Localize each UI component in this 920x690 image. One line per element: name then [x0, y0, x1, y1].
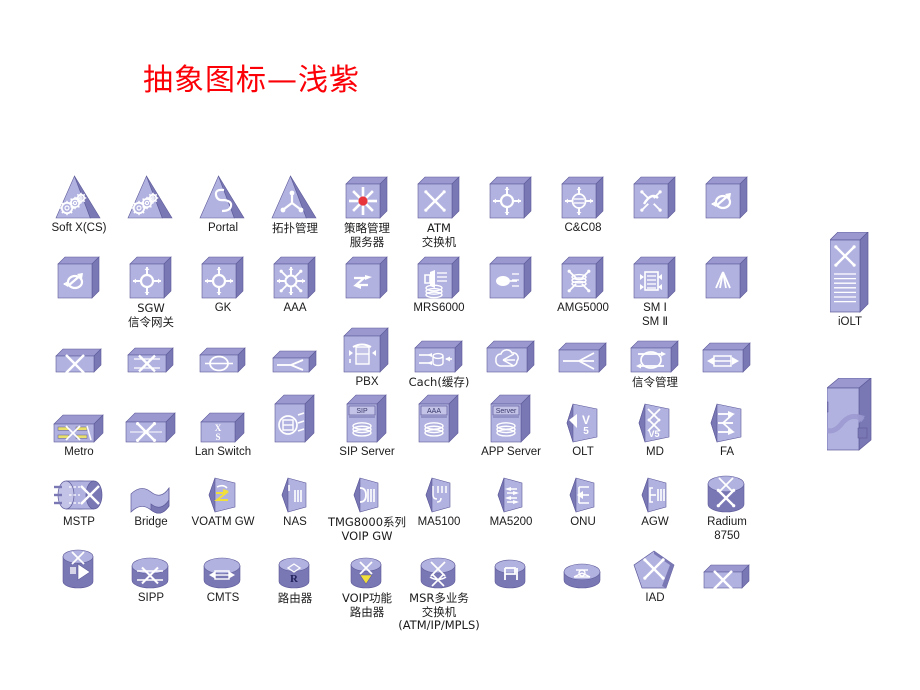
- icon-label-lan-switch: Lan Switch: [194, 446, 252, 458]
- icon-label-metro: Metro: [64, 446, 94, 458]
- icon-cell-cube-fan[interactable]: [684, 248, 770, 302]
- icon-label-iad: IAD: [645, 592, 665, 604]
- icon-label-cache: Cach(缓存): [408, 375, 470, 389]
- svg-text:SIP: SIP: [356, 408, 368, 415]
- slide-canvas: 抽象图标—浅紫 Soft X(CS) Portal 拓扑管理 策略管理 服务器 ATM …: [0, 0, 920, 690]
- icon-label-mrs6000: MRS6000: [413, 302, 465, 314]
- icon-label-signaling-mgmt: 信令管理: [632, 375, 678, 389]
- slab-box-arrows-icon[interactable]: [684, 322, 770, 374]
- side-icon-cell-iolt[interactable]: iOLT: [805, 232, 895, 330]
- icon-label-msr: MSR多业务 交换机 (ATM/IP/MPLS): [398, 591, 480, 632]
- radium8750-icon[interactable]: [684, 462, 770, 514]
- side-icon-cell-cabinet[interactable]: [805, 378, 895, 454]
- icon-label-sip-server: SIP Server: [339, 446, 395, 458]
- page-title: 抽象图标—浅紫: [143, 63, 360, 98]
- svg-text:AAA: AAA: [426, 408, 440, 415]
- cube-fan-icon[interactable]: [684, 248, 770, 300]
- icon-label-cc08: C&C08: [564, 222, 602, 234]
- icon-cell-slab-box-arrows[interactable]: [684, 322, 770, 376]
- icon-cell-slab-x-2[interactable]: [684, 538, 770, 592]
- svg-text:Server: Server: [495, 408, 516, 415]
- icon-label-fa: FA: [719, 446, 735, 458]
- icon-cell-radium8750[interactable]: Radium 8750: [684, 462, 770, 543]
- side-icon-label-iolt: iOLT: [837, 316, 863, 328]
- icon-label-aaa-cube: AAA: [283, 302, 307, 314]
- slab-x-2-icon[interactable]: [684, 538, 770, 590]
- iolt-icon[interactable]: [805, 232, 895, 314]
- icon-label-soft-x-cs: Soft X(CS): [51, 222, 107, 234]
- svg-text:V5: V5: [648, 429, 659, 439]
- svg-text:R: R: [290, 573, 299, 585]
- cabinet-icon[interactable]: [805, 378, 895, 452]
- icon-cell-cube-loop-arrow[interactable]: [684, 168, 770, 222]
- cube-loop-arrow-icon[interactable]: [684, 168, 770, 220]
- icon-cell-fa[interactable]: FA: [684, 392, 770, 460]
- icon-label-atm-switch: ATM 交换机: [421, 221, 457, 249]
- svg-text:V: V: [582, 413, 590, 427]
- svg-text:S: S: [215, 432, 220, 442]
- svg-text:5: 5: [583, 426, 589, 437]
- fa-icon[interactable]: [684, 392, 770, 444]
